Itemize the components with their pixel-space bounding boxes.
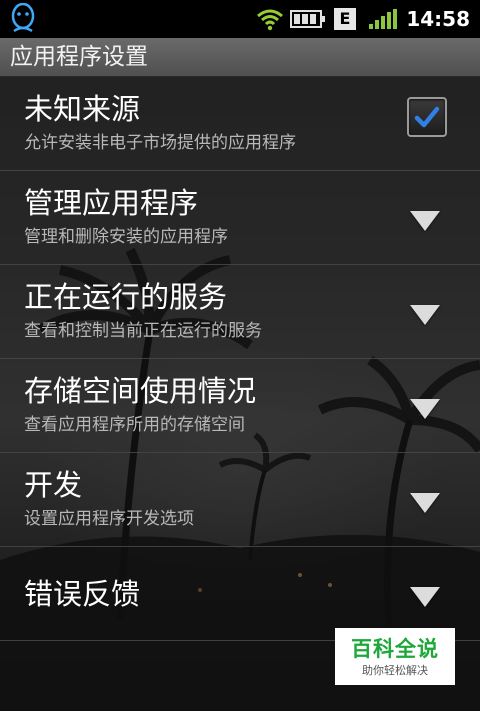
qq-penguin-icon[interactable] xyxy=(10,0,36,38)
watermark-title: 百科全说 xyxy=(351,637,439,661)
network-type-label: E xyxy=(334,8,356,30)
setting-description: 管理和删除安装的应用程序 xyxy=(24,227,228,247)
setting-label: 未知来源 xyxy=(24,92,141,126)
setting-label: 正在运行的服务 xyxy=(24,280,228,314)
setting-unknown-sources[interactable]: 未知来源 允许安装非电子市场提供的应用程序 xyxy=(0,77,480,171)
title-bar: 应用程序设置 xyxy=(0,38,480,77)
setting-description: 允许安装非电子市场提供的应用程序 xyxy=(24,133,296,153)
setting-label: 开发 xyxy=(24,468,83,502)
chevron-down-icon xyxy=(410,305,440,325)
setting-manage-applications[interactable]: 管理应用程序 管理和删除安装的应用程序 xyxy=(0,171,480,265)
chevron-down-icon xyxy=(410,211,440,231)
setting-storage-use[interactable]: 存储空间使用情况 查看应用程序所用的存储空间 xyxy=(0,359,480,453)
wifi-icon xyxy=(256,0,284,38)
battery-icon xyxy=(290,0,326,38)
watermark-subtitle: 助你轻松解决 xyxy=(362,664,428,677)
settings-list: 未知来源 允许安装非电子市场提供的应用程序 管理应用程序 管理和删除安装的应用程… xyxy=(0,77,480,641)
setting-description: 查看应用程序所用的存储空间 xyxy=(24,415,245,435)
chevron-down-icon xyxy=(410,587,440,607)
setting-development[interactable]: 开发 设置应用程序开发选项 xyxy=(0,453,480,547)
watermark: 百科全说 助你轻松解决 xyxy=(335,628,455,685)
chevron-down-icon xyxy=(410,399,440,419)
network-e-icon: E xyxy=(334,0,356,38)
unknown-sources-checkbox[interactable] xyxy=(407,97,447,137)
setting-label: 管理应用程序 xyxy=(24,186,199,220)
page-title: 应用程序设置 xyxy=(10,44,148,70)
signal-bars-icon xyxy=(368,0,398,38)
checkmark-icon xyxy=(414,106,440,128)
setting-description: 查看和控制当前正在运行的服务 xyxy=(24,321,262,341)
setting-label: 存储空间使用情况 xyxy=(24,374,257,408)
chevron-down-icon xyxy=(410,493,440,513)
setting-description: 设置应用程序开发选项 xyxy=(24,509,194,529)
setting-running-services[interactable]: 正在运行的服务 查看和控制当前正在运行的服务 xyxy=(0,265,480,359)
setting-error-feedback[interactable]: 错误反馈 xyxy=(0,547,480,641)
setting-label: 错误反馈 xyxy=(24,577,141,611)
clock: 14:58 xyxy=(406,7,470,31)
status-bar: E 14:58 xyxy=(0,0,480,38)
